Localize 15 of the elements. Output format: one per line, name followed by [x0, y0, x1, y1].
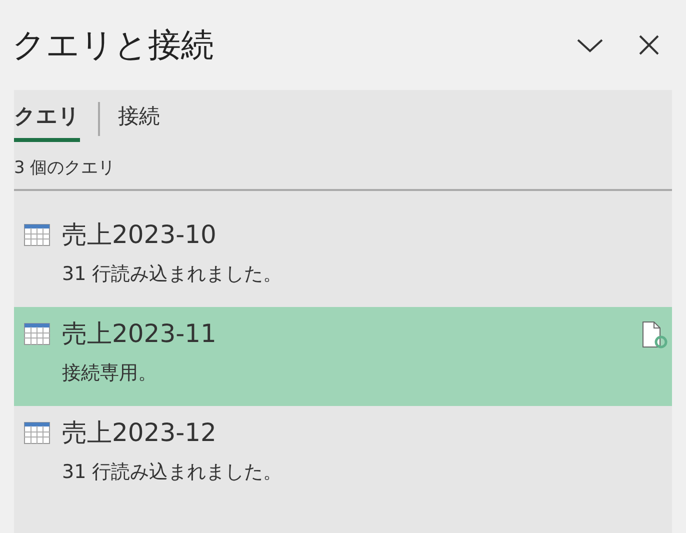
table-icon: [24, 422, 50, 444]
query-status: 31 行読み込まれました。: [62, 262, 284, 287]
table-icon: [24, 224, 50, 246]
table-icon: [24, 322, 50, 344]
query-name: 売上2023-11: [62, 318, 216, 350]
tab[interactable]: クエリ: [14, 102, 80, 142]
close-icon: [638, 34, 660, 56]
query-count: 3 個のクエリ: [14, 146, 672, 191]
query-item[interactable]: 売上2023-11 接続専用。: [14, 307, 672, 406]
query-name: 売上2023-12: [62, 417, 216, 449]
query-name: 売上2023-10: [62, 219, 216, 251]
query-status: 31 行読み込まれました。: [62, 460, 284, 485]
tab[interactable]: 接続: [118, 102, 160, 142]
query-status: 接続専用。: [62, 361, 158, 386]
panel-title: クエリと接続: [12, 24, 215, 66]
